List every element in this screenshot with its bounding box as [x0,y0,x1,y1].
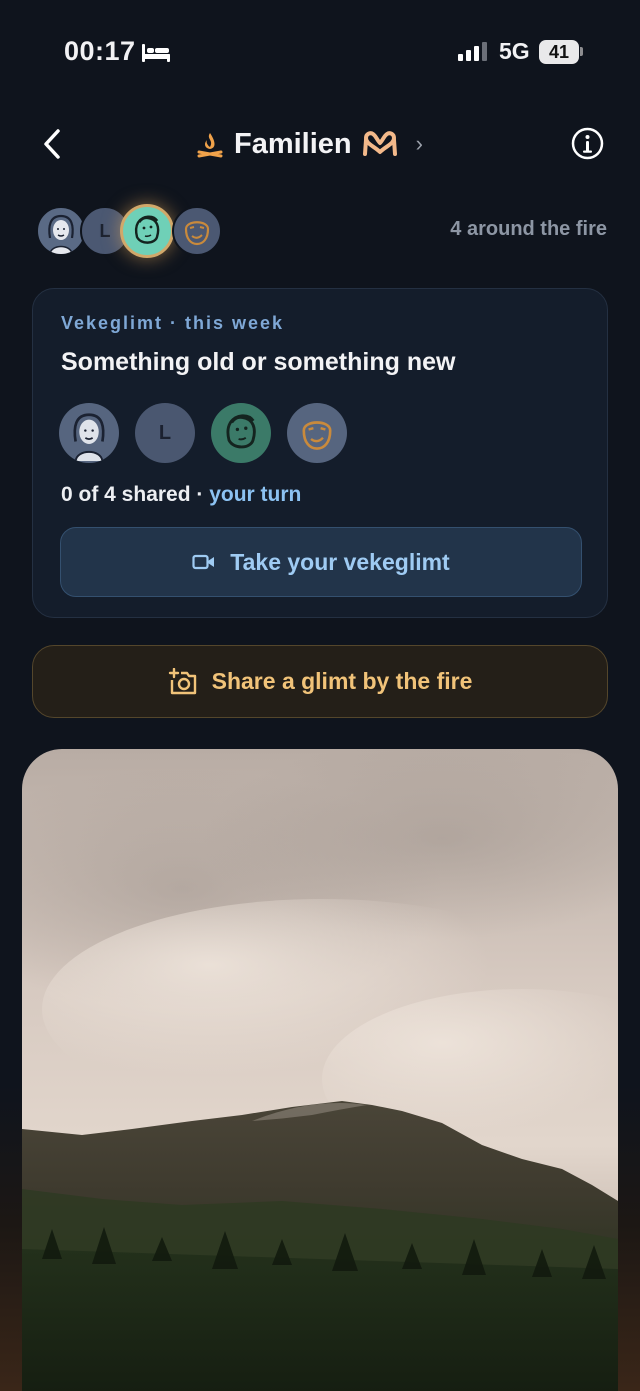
avatar [287,403,347,463]
video-camera-icon [192,554,215,570]
avatar [36,206,86,256]
glimt-photo[interactable] [22,749,618,1391]
avatar-initial: L [158,421,172,444]
back-button[interactable] [34,124,70,164]
campfire-icon [197,133,223,158]
heart-hands-icon [362,131,397,156]
chevron-left-icon [44,129,60,159]
add-photo-icon [168,667,196,694]
card-kicker: Vekeglimt · this week [61,313,285,333]
battery-icon: 41 [539,40,579,64]
avatar [211,403,271,463]
shared-count: 0 of 4 shared · [61,483,210,506]
member-avatar-stack[interactable]: L [36,204,222,258]
cellular-signal-icon [458,41,487,61]
your-turn-label: your turn [209,483,302,506]
avatar-initial: L [99,220,111,241]
take-vekeglimt-label: Take your vekeglimt [230,548,450,575]
doodle-face-orange-icon [184,221,210,246]
avatar [172,206,222,256]
group-title-button[interactable]: Familien › [196,124,423,164]
share-glimt-label: Share a glimt by the fire [211,668,473,694]
doodle-face-orange-icon [302,421,332,450]
status-time: 00:17 [64,36,136,66]
info-button[interactable] [571,127,604,160]
status-bar: 00:17 5G 41 [0,0,640,100]
prompt-title: Something old or something new [61,348,456,376]
take-vekeglimt-button[interactable]: Take your vekeglimt [60,527,582,597]
shared-status: 0 of 4 shared · your turn [61,483,301,507]
member-count: 4 around the fire [450,218,607,240]
avatar [59,403,119,463]
battery-level: 41 [548,41,570,62]
girl-portrait-icon [73,413,105,461]
group-title: Familien [234,127,352,160]
mountain-landscape-image [22,749,618,1391]
member-status-row: L [59,403,347,463]
avatar: L [135,403,195,463]
chevron-right-icon: › [415,131,423,156]
doodle-face-icon [226,414,256,449]
doodle-face-icon [134,215,160,244]
vekeglimt-card: Vekeglimt · this week Something old or s… [32,288,608,618]
avatar-active [120,204,174,258]
girl-portrait-icon [48,214,74,254]
battery-tip [580,47,583,56]
sleep-bed-icon [142,44,170,62]
share-glimt-button[interactable]: Share a glimt by the fire [32,645,608,718]
network-type: 5G [499,38,530,64]
